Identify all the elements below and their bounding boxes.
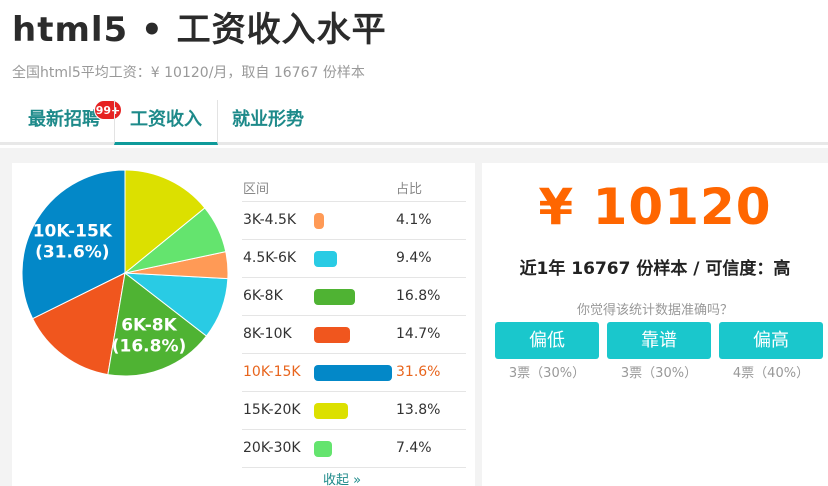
- range-bar: [314, 327, 351, 343]
- salary-range-label: 15K-20K: [243, 402, 301, 418]
- range-bar: [314, 365, 392, 381]
- vote-low-count: 3票（30%）: [508, 366, 586, 381]
- range-percent: 7.4%: [396, 440, 432, 456]
- range-bar: [314, 251, 338, 267]
- table-header: 区间 占比: [242, 172, 466, 202]
- vote-accurate-button[interactable]: 靠谱: [607, 322, 711, 359]
- tab-salary-income[interactable]: 工资收入: [114, 100, 218, 145]
- vote-low-button[interactable]: 偏低: [495, 322, 599, 359]
- percent-column-header: 占比: [396, 182, 423, 197]
- accuracy-question: 你觉得该统计数据准确吗？: [576, 303, 733, 318]
- salary-range-label: 10K-15K: [243, 364, 301, 380]
- tab-employment-trend[interactable]: 就业形势: [218, 100, 318, 142]
- range-bar: [314, 441, 333, 457]
- table-row: 20K-30K 7.4%: [242, 430, 466, 468]
- vote-accurate-count: 3票（30%）: [620, 366, 698, 381]
- table-row: 15K-20K 13.8%: [242, 392, 466, 430]
- page-subtitle: 全国html5平均工资：¥ 10120/月，取自 16767 份样本: [12, 65, 365, 81]
- average-salary: ¥ 10120: [538, 178, 772, 236]
- vote-high-count: 4票（40%）: [732, 366, 810, 381]
- pie-slice-label: 10K-15K: [33, 221, 113, 241]
- table-row: 8K-10K 14.7%: [242, 316, 466, 354]
- table-row: 10K-15K 31.6%: [242, 354, 466, 392]
- range-percent: 9.4%: [396, 250, 432, 266]
- salary-range-label: 3K-4.5K: [243, 212, 297, 228]
- table-row: 6K-8K 16.8%: [242, 278, 466, 316]
- range-column-header: 区间: [243, 182, 270, 197]
- pie-slice-label: (31.6%): [35, 242, 110, 262]
- tab-bar: 最新招聘 99+ 工资收入 就业形势: [0, 100, 828, 145]
- salary-range-label: 8K-10K: [243, 326, 292, 342]
- range-percent: 13.8%: [396, 402, 441, 418]
- range-percent: 16.8%: [396, 288, 441, 304]
- range-bar: [314, 289, 356, 305]
- salary-pie-chart: 10K-15K (31.6%) 6K-8K (16.8%): [20, 168, 230, 378]
- page-title: html5 • 工资收入水平: [12, 10, 387, 50]
- pie-slice-label: 6K-8K: [121, 315, 177, 335]
- vote-high-button[interactable]: 偏高: [719, 322, 823, 359]
- range-percent: 4.1%: [396, 212, 432, 228]
- range-bar: [314, 403, 349, 419]
- table-row: 4.5K-6K 9.4%: [242, 240, 466, 278]
- sample-info: 近1年 16767 份样本 / 可信度：高: [519, 259, 791, 279]
- table-row: 3K-4.5K 4.1%: [242, 202, 466, 240]
- salary-range-label: 20K-30K: [243, 440, 301, 456]
- pie-slice-label: (16.8%): [112, 336, 187, 356]
- salary-range-label: 4.5K-6K: [243, 250, 297, 266]
- range-percent: 31.6%: [396, 364, 441, 380]
- pie-svg: 10K-15K(31.6%) 6K-8K(16.8%): [21, 169, 229, 377]
- range-bar: [314, 213, 325, 229]
- range-percent: 14.7%: [396, 326, 441, 342]
- salary-range-label: 6K-8K: [243, 288, 283, 304]
- collapse-link[interactable]: 收起 »: [323, 469, 361, 486]
